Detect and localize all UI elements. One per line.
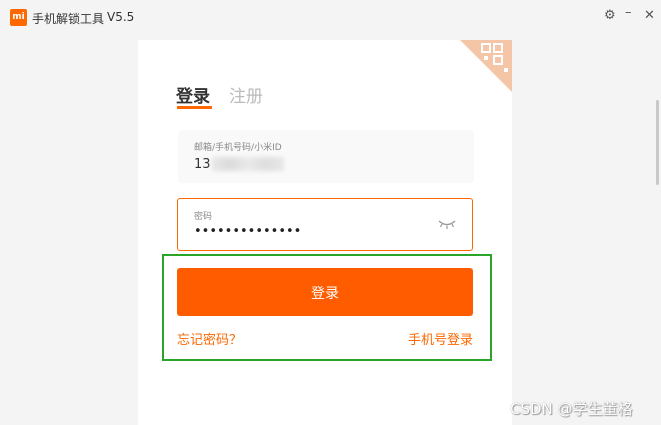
password-field-label: 密码 bbox=[194, 212, 213, 222]
minimize-icon[interactable]: – bbox=[625, 5, 632, 20]
title-bar: mi 手机解锁工具 V5.5 ⚙ – ✕ bbox=[0, 0, 661, 38]
highlight-annotation-box bbox=[162, 254, 492, 361]
password-field-value: •••••••••••••• bbox=[194, 224, 302, 239]
qr-code-icon[interactable] bbox=[460, 40, 512, 92]
tab-active-indicator bbox=[177, 106, 212, 109]
tab-register[interactable]: 注册 bbox=[229, 82, 263, 107]
gear-icon[interactable]: ⚙ bbox=[604, 8, 616, 23]
app-title: 手机解锁工具 bbox=[32, 12, 105, 26]
close-icon[interactable]: ✕ bbox=[644, 8, 655, 23]
scrollbar[interactable] bbox=[656, 100, 659, 185]
account-field[interactable]: 邮箱/手机号码/小米ID 13 bbox=[178, 130, 474, 183]
blurred-phone-number bbox=[212, 157, 284, 171]
account-field-value: 13 bbox=[194, 157, 211, 172]
eye-closed-icon[interactable] bbox=[438, 218, 456, 230]
mi-logo-icon: mi bbox=[10, 9, 27, 26]
password-field[interactable]: 密码 •••••••••••••• bbox=[177, 198, 473, 251]
login-card: 登录 注册 邮箱/手机号码/小米ID 13 密码 •••••••••••••• … bbox=[138, 40, 512, 425]
tab-login[interactable]: 登录 bbox=[176, 82, 210, 107]
watermark: CSDN @学生董格 bbox=[510, 400, 633, 418]
app-version: V5.5 bbox=[107, 10, 135, 24]
account-field-label: 邮箱/手机号码/小米ID bbox=[194, 143, 282, 153]
